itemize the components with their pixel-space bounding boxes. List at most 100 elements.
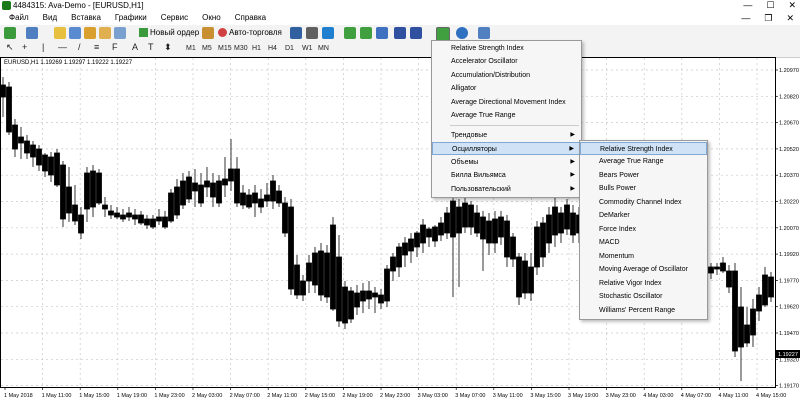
cursor-icon[interactable]: ↖	[6, 42, 14, 52]
oscillator-item-demarker[interactable]: DeMarker	[580, 209, 707, 222]
oscillator-item-williams[interactable]: Williams' Percent Range	[580, 304, 707, 317]
price-label: 1.20820	[779, 94, 799, 100]
menu-help[interactable]: Справка	[228, 11, 273, 25]
candle-body	[120, 214, 126, 220]
tile-windows-icon[interactable]	[376, 27, 388, 39]
candle-body	[228, 168, 234, 182]
maximize-button[interactable]: ☐	[766, 0, 774, 11]
line-chart-icon[interactable]	[322, 27, 334, 39]
candle-body	[144, 218, 150, 226]
timeframe-m5[interactable]: M5	[202, 44, 212, 54]
oscillator-item-momentum[interactable]: Momentum	[580, 250, 707, 263]
timeframe-h4[interactable]: H4	[268, 44, 277, 54]
bar-chart-icon[interactable]	[290, 27, 302, 39]
oscillator-item-rsi[interactable]: Relative Strength Index	[580, 142, 707, 155]
minimize-button[interactable]: —	[743, 0, 752, 11]
menu-view[interactable]: Вид	[36, 11, 64, 25]
candlesticks-icon[interactable]	[306, 27, 318, 39]
periods-icon[interactable]	[456, 27, 468, 39]
autoscroll-icon[interactable]	[394, 27, 406, 39]
child-restore-button[interactable]: ❐	[764, 11, 772, 25]
menu-group-volumes[interactable]: Объемы ▶	[432, 156, 581, 169]
menu-tools[interactable]: Сервис	[154, 11, 195, 25]
candle-body	[306, 262, 312, 282]
menu-group-custom[interactable]: Пользовательский ▶	[432, 183, 581, 196]
candle-body	[300, 280, 306, 296]
candle-body	[204, 180, 210, 188]
timeframe-d1[interactable]: D1	[285, 44, 294, 54]
candle-body	[378, 294, 384, 304]
new-order-button[interactable]: Новый ордер	[139, 27, 199, 39]
menu-window[interactable]: Окно	[195, 11, 228, 25]
oscillator-item-bears-power[interactable]: Bears Power	[580, 169, 707, 182]
market-watch-icon[interactable]	[54, 27, 66, 39]
oscillator-item-macd[interactable]: MACD	[580, 236, 707, 249]
indicator-item-adx[interactable]: Average Directional Movement Index	[432, 96, 581, 109]
new-order-icon	[139, 28, 148, 38]
timeframe-m15[interactable]: M15	[218, 44, 232, 54]
trendline-icon[interactable]: /	[78, 42, 81, 52]
auto-trading-button[interactable]: Авто-торговля	[218, 27, 282, 39]
crosshair-icon[interactable]: +	[22, 42, 27, 52]
indicator-item-accumulation[interactable]: Accumulation/Distribution	[432, 69, 581, 82]
oscillator-item-osma[interactable]: Moving Average of Oscillator	[580, 263, 707, 276]
menu-file[interactable]: Файл	[2, 11, 36, 25]
arrows-icon[interactable]: ⬍	[164, 42, 172, 52]
fibonacci-icon[interactable]: F	[112, 42, 118, 52]
indicator-item-atr[interactable]: Average True Range	[432, 109, 581, 122]
chart-shift-icon[interactable]	[410, 27, 422, 39]
channel-icon[interactable]: ≡	[94, 42, 99, 52]
metaeditor-icon[interactable]	[202, 27, 214, 39]
templates-icon[interactable]	[478, 27, 490, 39]
app-icon	[2, 1, 11, 10]
oscillator-item-rvi[interactable]: Relative Vigor Index	[580, 277, 707, 290]
child-close-button[interactable]: ✕	[786, 11, 794, 25]
timeframe-m1[interactable]: M1	[186, 44, 196, 54]
candle-body	[156, 216, 162, 222]
data-window-icon[interactable]	[69, 27, 81, 39]
candle-body	[360, 290, 366, 302]
new-order-label: Новый ордер	[150, 28, 200, 37]
child-minimize-button[interactable]: —	[741, 11, 750, 25]
navigator-icon[interactable]	[84, 27, 96, 39]
label-icon[interactable]: T	[148, 42, 154, 52]
candle-body	[408, 238, 414, 252]
menu-group-trend[interactable]: Трендовые ▶	[432, 129, 581, 142]
indicator-item-alligator[interactable]: Alligator	[432, 82, 581, 95]
timeframe-w1[interactable]: W1	[302, 44, 313, 54]
vertical-line-icon[interactable]: |	[42, 42, 44, 52]
zoom-in-icon[interactable]	[344, 27, 356, 39]
oscillator-item-force-index[interactable]: Force Index	[580, 223, 707, 236]
indicators-icon[interactable]	[436, 27, 450, 41]
oscillator-item-atr[interactable]: Average True Range	[580, 155, 707, 168]
menu-group-bill-williams[interactable]: Билла Вильямса ▶	[432, 169, 581, 182]
chevron-right-icon: ▶	[570, 132, 575, 138]
price-label: 1.19170	[779, 384, 799, 390]
menu-insert[interactable]: Вставка	[64, 11, 108, 25]
candle-body	[474, 212, 480, 234]
time-label: 4 May 15:00	[756, 393, 786, 399]
candle-body	[504, 220, 510, 258]
terminal-icon[interactable]	[99, 27, 111, 39]
oscillator-item-stochastic[interactable]: Stochastic Oscillator	[580, 290, 707, 303]
strategy-tester-icon[interactable]	[114, 27, 126, 39]
candle-body	[510, 236, 516, 260]
menu-group-oscillators[interactable]: Осцилляторы ▶	[432, 142, 581, 155]
horizontal-line-icon[interactable]: —	[58, 42, 67, 52]
timeframe-h1[interactable]: H1	[252, 44, 261, 54]
text-icon[interactable]: A	[132, 42, 138, 52]
profiles-icon[interactable]	[26, 27, 38, 39]
candle-body	[126, 212, 132, 218]
oscillator-item-bulls-power[interactable]: Bulls Power	[580, 182, 707, 195]
close-button[interactable]: ✕	[788, 0, 796, 11]
zoom-out-icon[interactable]	[360, 27, 372, 39]
candle-body	[426, 228, 432, 238]
oscillator-item-cci[interactable]: Commodity Channel Index	[580, 196, 707, 209]
candle-body	[438, 222, 444, 236]
timeframe-mn[interactable]: MN	[318, 44, 329, 54]
menu-charts[interactable]: Графики	[108, 11, 154, 25]
timeframe-m30[interactable]: M30	[234, 44, 248, 54]
new-chart-icon[interactable]	[4, 27, 16, 39]
indicator-item-rsi[interactable]: Relative Strength Index	[432, 42, 581, 55]
indicator-item-accelerator[interactable]: Accelerator Oscillator	[432, 55, 581, 68]
